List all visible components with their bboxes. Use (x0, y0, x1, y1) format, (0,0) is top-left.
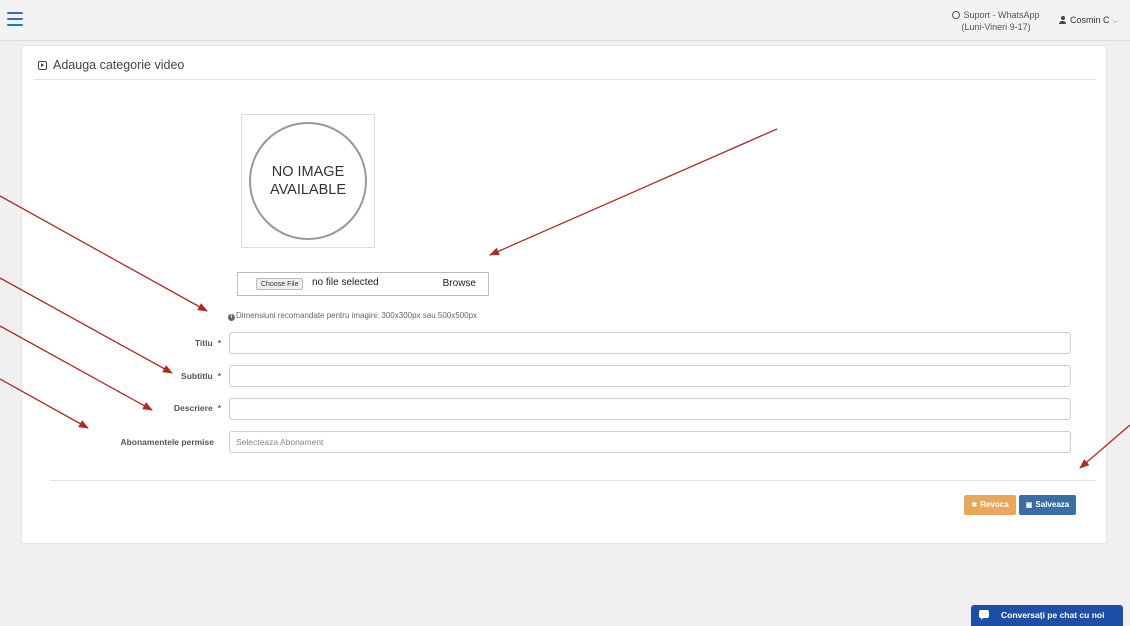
whatsapp-icon (952, 11, 961, 19)
info-icon: i (228, 314, 235, 321)
menu-icon[interactable] (7, 12, 23, 26)
browse-button[interactable]: Browse (443, 278, 476, 289)
chat-label: Conversați pe chat cu noi (1001, 610, 1105, 620)
user-icon (1059, 16, 1066, 24)
required-mark: * (217, 403, 221, 413)
top-bar: Suport - WhatsApp (Luni-Vineri 9-17) Cos… (0, 0, 1130, 41)
no-image-placeholder: NO IMAGE AVAILABLE (249, 122, 367, 240)
titlu-label: Titlu * (194, 338, 221, 348)
card-title: Adauga categorie video (38, 58, 184, 72)
title-divider (34, 79, 1096, 80)
descriere-input[interactable] (229, 398, 1071, 420)
image-size-hint: i Dimensiuni recomandate pentru imagini: … (228, 311, 477, 321)
close-icon: ✖ (971, 502, 978, 509)
abonamente-label: Abonamentele permise (120, 437, 214, 447)
form-divider (50, 480, 1096, 481)
titlu-input[interactable] (229, 332, 1071, 354)
image-preview: NO IMAGE AVAILABLE (241, 114, 375, 248)
file-status: no file selected (312, 277, 379, 288)
required-mark: * (217, 338, 221, 348)
support-label: Suport - WhatsApp (963, 10, 1040, 20)
chat-widget[interactable]: Conversați pe chat cu noi (971, 605, 1123, 626)
image-file-input[interactable]: Choose File no file selected Browse (237, 272, 489, 296)
hint-text: Dimensiuni recomandate pentru imagini: 3… (236, 311, 478, 320)
chevron-down-icon: ⌵ (1110, 18, 1118, 25)
chat-bubble-icon (979, 610, 989, 620)
user-menu[interactable]: Cosmin C ⌵ (1059, 15, 1118, 26)
user-name: Cosmin C (1070, 15, 1110, 25)
subtitlu-input[interactable] (229, 365, 1071, 387)
save-button[interactable]: ▣ Salveaza (1019, 495, 1076, 515)
support-whatsapp-link[interactable]: Suport - WhatsApp (Luni-Vineri 9-17) (948, 9, 1044, 33)
subtitlu-label: Subtitlu * (181, 371, 221, 381)
cancel-button[interactable]: ✖ Revoca (964, 495, 1016, 515)
floppy-icon: ▣ (1025, 502, 1033, 509)
required-mark: * (217, 371, 221, 381)
no-image-text-1: NO IMAGE (271, 164, 345, 180)
no-image-text-2: AVAILABLE (269, 182, 347, 198)
play-icon (38, 61, 47, 70)
choose-file-button[interactable]: Choose File (256, 278, 304, 290)
add-video-category-card: Adauga categorie video NO IMAGE AVAILABL… (21, 45, 1107, 544)
card-title-text: Adauga categorie video (53, 58, 185, 72)
descriere-label: Descriere * (173, 403, 221, 413)
support-hours: (Luni-Vineri 9-17) (961, 22, 1031, 32)
abonamente-select[interactable]: Selecteaza Abonament (229, 431, 1071, 453)
